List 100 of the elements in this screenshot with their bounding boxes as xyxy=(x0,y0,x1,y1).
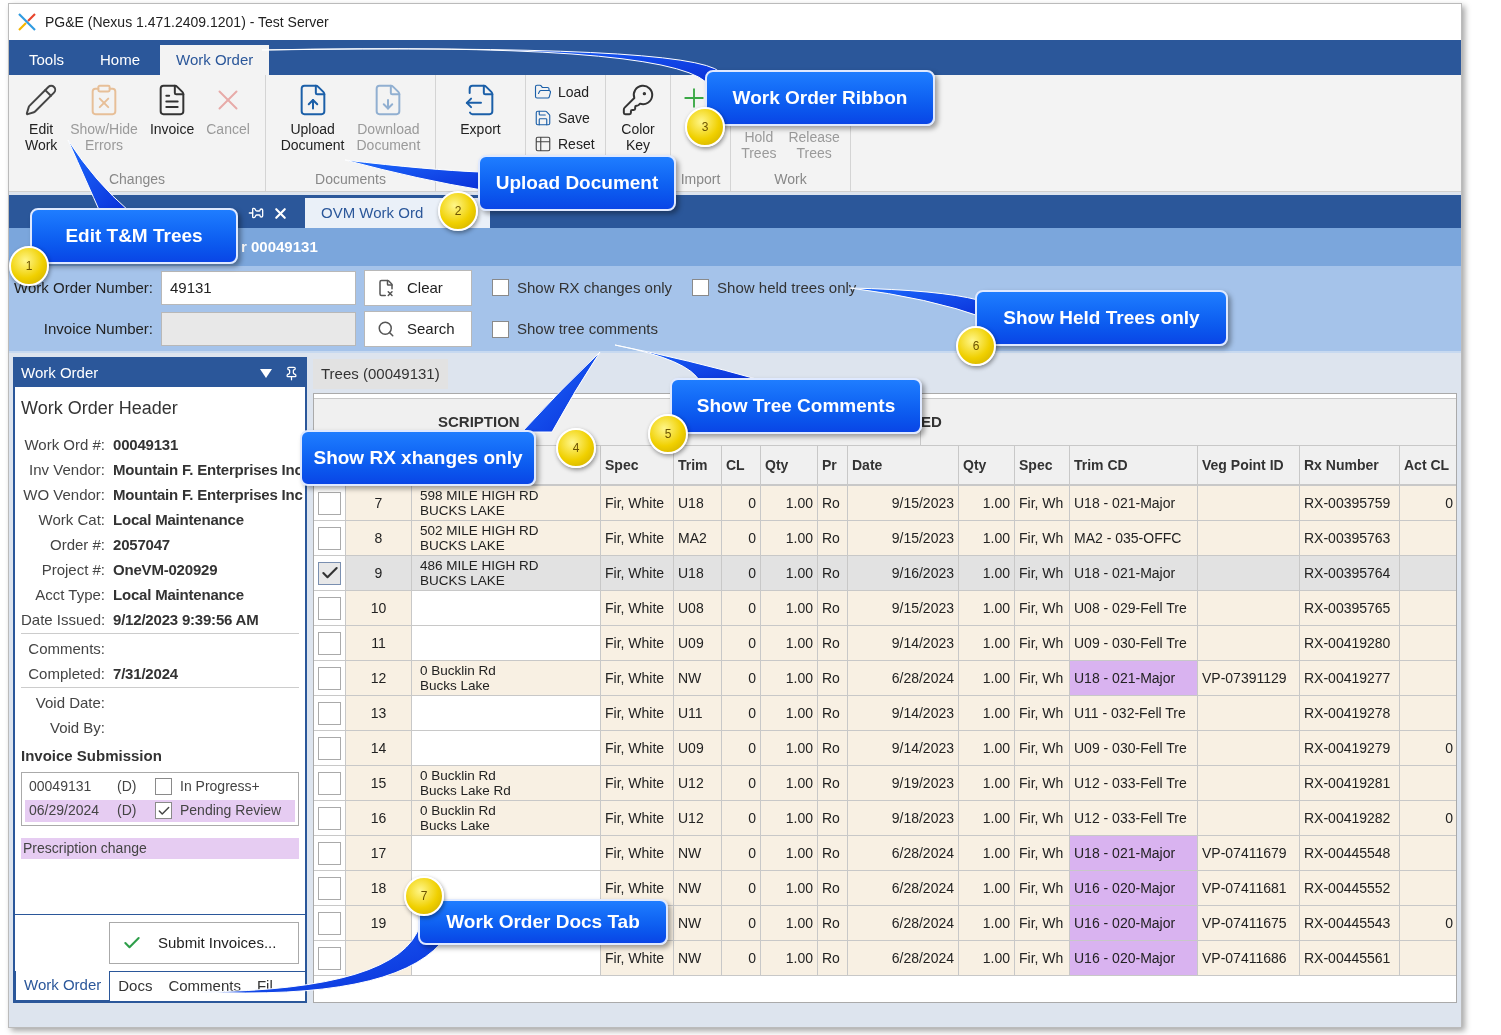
work-order-number-field[interactable]: 49131 xyxy=(161,270,356,305)
grid-row[interactable]: 15 0 Bucklin Rd Bucks Lake Rd Fir, White U12 0 1.00 Ro 9/19/2023 1.00 Fir, Wh U12 - 033-Fell Tre RX-00419281 xyxy=(314,766,1456,801)
table-cell: Fir, White xyxy=(601,521,674,555)
grid-row[interactable]: 10 Fir, White U08 0 1.00 Ro 9/15/2023 1.00 Fir, Wh U08 - 029-Fell Tre RX-00395765 xyxy=(314,591,1456,626)
column-group-header: ED xyxy=(921,411,942,432)
field-value: Mountain F. Enterprises Inc xyxy=(113,485,303,505)
field-value: 00049131 xyxy=(113,435,179,455)
table-cell: 9/15/2023 xyxy=(848,521,959,555)
column-header[interactable]: Rx Number xyxy=(1300,446,1400,484)
grid-row[interactable]: Fir, White NW 0 1.00 Ro 6/28/2024 1.00 Fir, Wh U16 - 020-Major VP-07411686 RX-00445561 xyxy=(314,941,1456,976)
table-cell: RX-00419282 xyxy=(1300,801,1400,835)
table-cell: NW xyxy=(674,871,722,905)
column-header[interactable]: CL xyxy=(722,446,761,484)
grid-row[interactable]: 14 Fir, White U09 0 1.00 Ro 9/14/2023 1.00 Fir, Wh U09 - 030-Fell Tre RX-00419279 0 xyxy=(314,731,1456,766)
table-cell: 1.00 xyxy=(761,661,818,695)
ribbon-tab[interactable]: Home xyxy=(84,45,157,75)
table-cell: 9 xyxy=(346,556,412,590)
table-cell: 0 xyxy=(722,486,761,520)
checkbox[interactable] xyxy=(155,778,172,795)
field-label: Order #: xyxy=(48,535,105,555)
table-cell: MA2 xyxy=(674,521,722,555)
table-cell: RX-00445548 xyxy=(1300,836,1400,870)
table-cell: Ro xyxy=(818,626,848,660)
checkbox[interactable] xyxy=(492,320,509,338)
pin-icon[interactable] xyxy=(248,205,264,221)
column-header[interactable]: Date xyxy=(848,446,959,484)
invoice-row[interactable]: 06/29/2024 (D) Pending Review xyxy=(25,799,295,822)
table-cell: U18 - 021-Major xyxy=(1070,486,1198,520)
table-cell: 1.00 xyxy=(761,591,818,625)
table-cell: Fir, White xyxy=(601,801,674,835)
table-cell: U18 - 021-Major xyxy=(1070,661,1198,695)
table-cell: 8 xyxy=(346,521,412,555)
table-cell: U18 - 021-Major xyxy=(1070,836,1198,870)
grid-row[interactable]: 16 0 Bucklin Rd Bucks Lake Fir, White U12 0 1.00 Ro 9/18/2023 1.00 Fir, Wh U12 - 033-Fell Tre RX-00419282 0 xyxy=(314,801,1456,836)
table-cell: U12 - 033-Fell Tre xyxy=(1070,766,1198,800)
ribbon-tab[interactable]: Tools xyxy=(13,45,81,75)
column-header[interactable]: Qty xyxy=(761,446,818,484)
ribbon-button[interactable]: Load xyxy=(530,79,601,105)
pin-icon[interactable] xyxy=(284,365,299,381)
page-title: r 00049131 xyxy=(241,236,318,257)
table-cell: 9/15/2023 xyxy=(848,486,959,520)
column-header[interactable]: Spec xyxy=(1015,446,1070,484)
table-cell: RX-00419279 xyxy=(1300,731,1400,765)
panel-tab[interactable]: Comments xyxy=(160,971,249,1001)
field-label: Work Ord #: xyxy=(23,435,105,455)
ribbon-tab[interactable]: Work Order xyxy=(160,45,270,75)
ribbon-button[interactable]: Save xyxy=(530,105,601,131)
checkbox-label: Show tree comments xyxy=(517,319,658,339)
table-cell: 9/14/2023 xyxy=(848,626,959,660)
grid-row[interactable]: 17 Fir, White NW 0 1.00 Ro 6/28/2024 1.00 Fir, Wh U18 - 021-Major VP-07411679 RX-00445548 xyxy=(314,836,1456,871)
panel-title: Work Order xyxy=(21,362,100,383)
clear-button[interactable]: Clear xyxy=(364,269,472,306)
table-cell: Fir, Wh xyxy=(1015,486,1070,520)
table-cell: NW xyxy=(674,941,722,975)
ribbon-button[interactable]: Edit Work xyxy=(18,79,65,153)
column-header[interactable]: Veg Point ID xyxy=(1198,446,1300,484)
table-cell: 1.00 xyxy=(761,486,818,520)
column-group-header: SCRIPTION xyxy=(438,411,520,432)
field-value: 7/31/2024 xyxy=(113,664,178,684)
field-label: WO Vendor: xyxy=(22,485,105,505)
table-cell: 0 xyxy=(722,836,761,870)
grid-icon xyxy=(534,135,552,153)
submit-invoices-button[interactable]: Submit Invoices... xyxy=(109,922,299,964)
checkbox[interactable] xyxy=(692,279,710,297)
panel-tab[interactable]: Docs xyxy=(110,971,161,1001)
table-cell: Fir, Wh xyxy=(1015,591,1070,625)
ribbon-button[interactable]: Reset xyxy=(530,131,601,157)
column-header[interactable]: Pr xyxy=(818,446,848,484)
checkbox[interactable] xyxy=(492,279,509,297)
grid-row[interactable]: 13 Fir, White U11 0 1.00 Ro 9/14/2023 1.00 Fir, Wh U11 - 032-Fell Tre RX-00419278 xyxy=(314,696,1456,731)
grid-row[interactable]: 8 502 MILE HIGH RD BUCKS LAKE Fir, White MA2 0 1.00 Ro 9/15/2023 1.00 Fir, Wh MA2 - 035-OFFC RX-00395763 xyxy=(314,521,1456,556)
table-cell: U18 xyxy=(674,486,722,520)
table-cell: 1.00 xyxy=(959,696,1015,730)
invoice-row[interactable]: 00049131 (D) In Progress+ xyxy=(25,775,295,798)
search-button[interactable]: Search xyxy=(364,311,472,348)
ribbon-button[interactable]: Export xyxy=(454,79,507,137)
table-cell: 0 xyxy=(1400,486,1456,520)
grid-tab[interactable]: Trees (00049131) xyxy=(313,359,448,389)
ribbon-button[interactable]: Upload Document xyxy=(274,79,351,153)
grid-row[interactable]: 11 Fir, White U09 0 1.00 Ro 9/14/2023 1.00 Fir, Wh U09 - 030-Fell Tre RX-00419280 xyxy=(314,626,1456,661)
column-header[interactable]: Trim CD xyxy=(1070,446,1198,484)
table-cell: Fir, White xyxy=(601,591,674,625)
ribbon-button[interactable]: Color Key xyxy=(615,79,661,153)
table-cell: 502 MILE HIGH RD BUCKS LAKE xyxy=(412,521,601,555)
table-cell: RX-00395759 xyxy=(1300,486,1400,520)
table-cell: 0 xyxy=(722,521,761,555)
invoice-number: 00049131 xyxy=(29,777,93,796)
table-cell: VP-07411679 xyxy=(1198,836,1300,870)
grid-row[interactable]: 12 0 Bucklin Rd Bucks Lake Fir, White NW 0 1.00 Ro 6/28/2024 1.00 Fir, Wh U18 - 021-Major VP-07391129 RX-00419277 xyxy=(314,661,1456,696)
checkbox[interactable] xyxy=(155,802,172,819)
ribbon-button[interactable]: Invoice xyxy=(143,79,201,137)
panel-tab[interactable]: Work Order xyxy=(15,971,111,1001)
column-header[interactable]: Qty xyxy=(959,446,1015,484)
grid-row[interactable]: 9 486 MILE HIGH RD BUCKS LAKE Fir, White U18 0 1.00 Ro 9/16/2023 1.00 Fir, Wh U18 - 021-Major RX-00395764 xyxy=(314,556,1456,591)
field-label: Void Date: xyxy=(34,693,105,713)
dropdown-icon[interactable] xyxy=(260,368,272,378)
table-cell: U16 - 020-Major xyxy=(1070,906,1198,940)
table-cell: 6/28/2024 xyxy=(848,871,959,905)
grid-row[interactable]: 7 598 MILE HIGH RD BUCKS LAKE Fir, White U18 0 1.00 Ro 9/15/2023 1.00 Fir, Wh U18 - 021-Major RX-00395759 0 xyxy=(314,486,1456,521)
column-header[interactable]: Act CL xyxy=(1400,446,1456,484)
